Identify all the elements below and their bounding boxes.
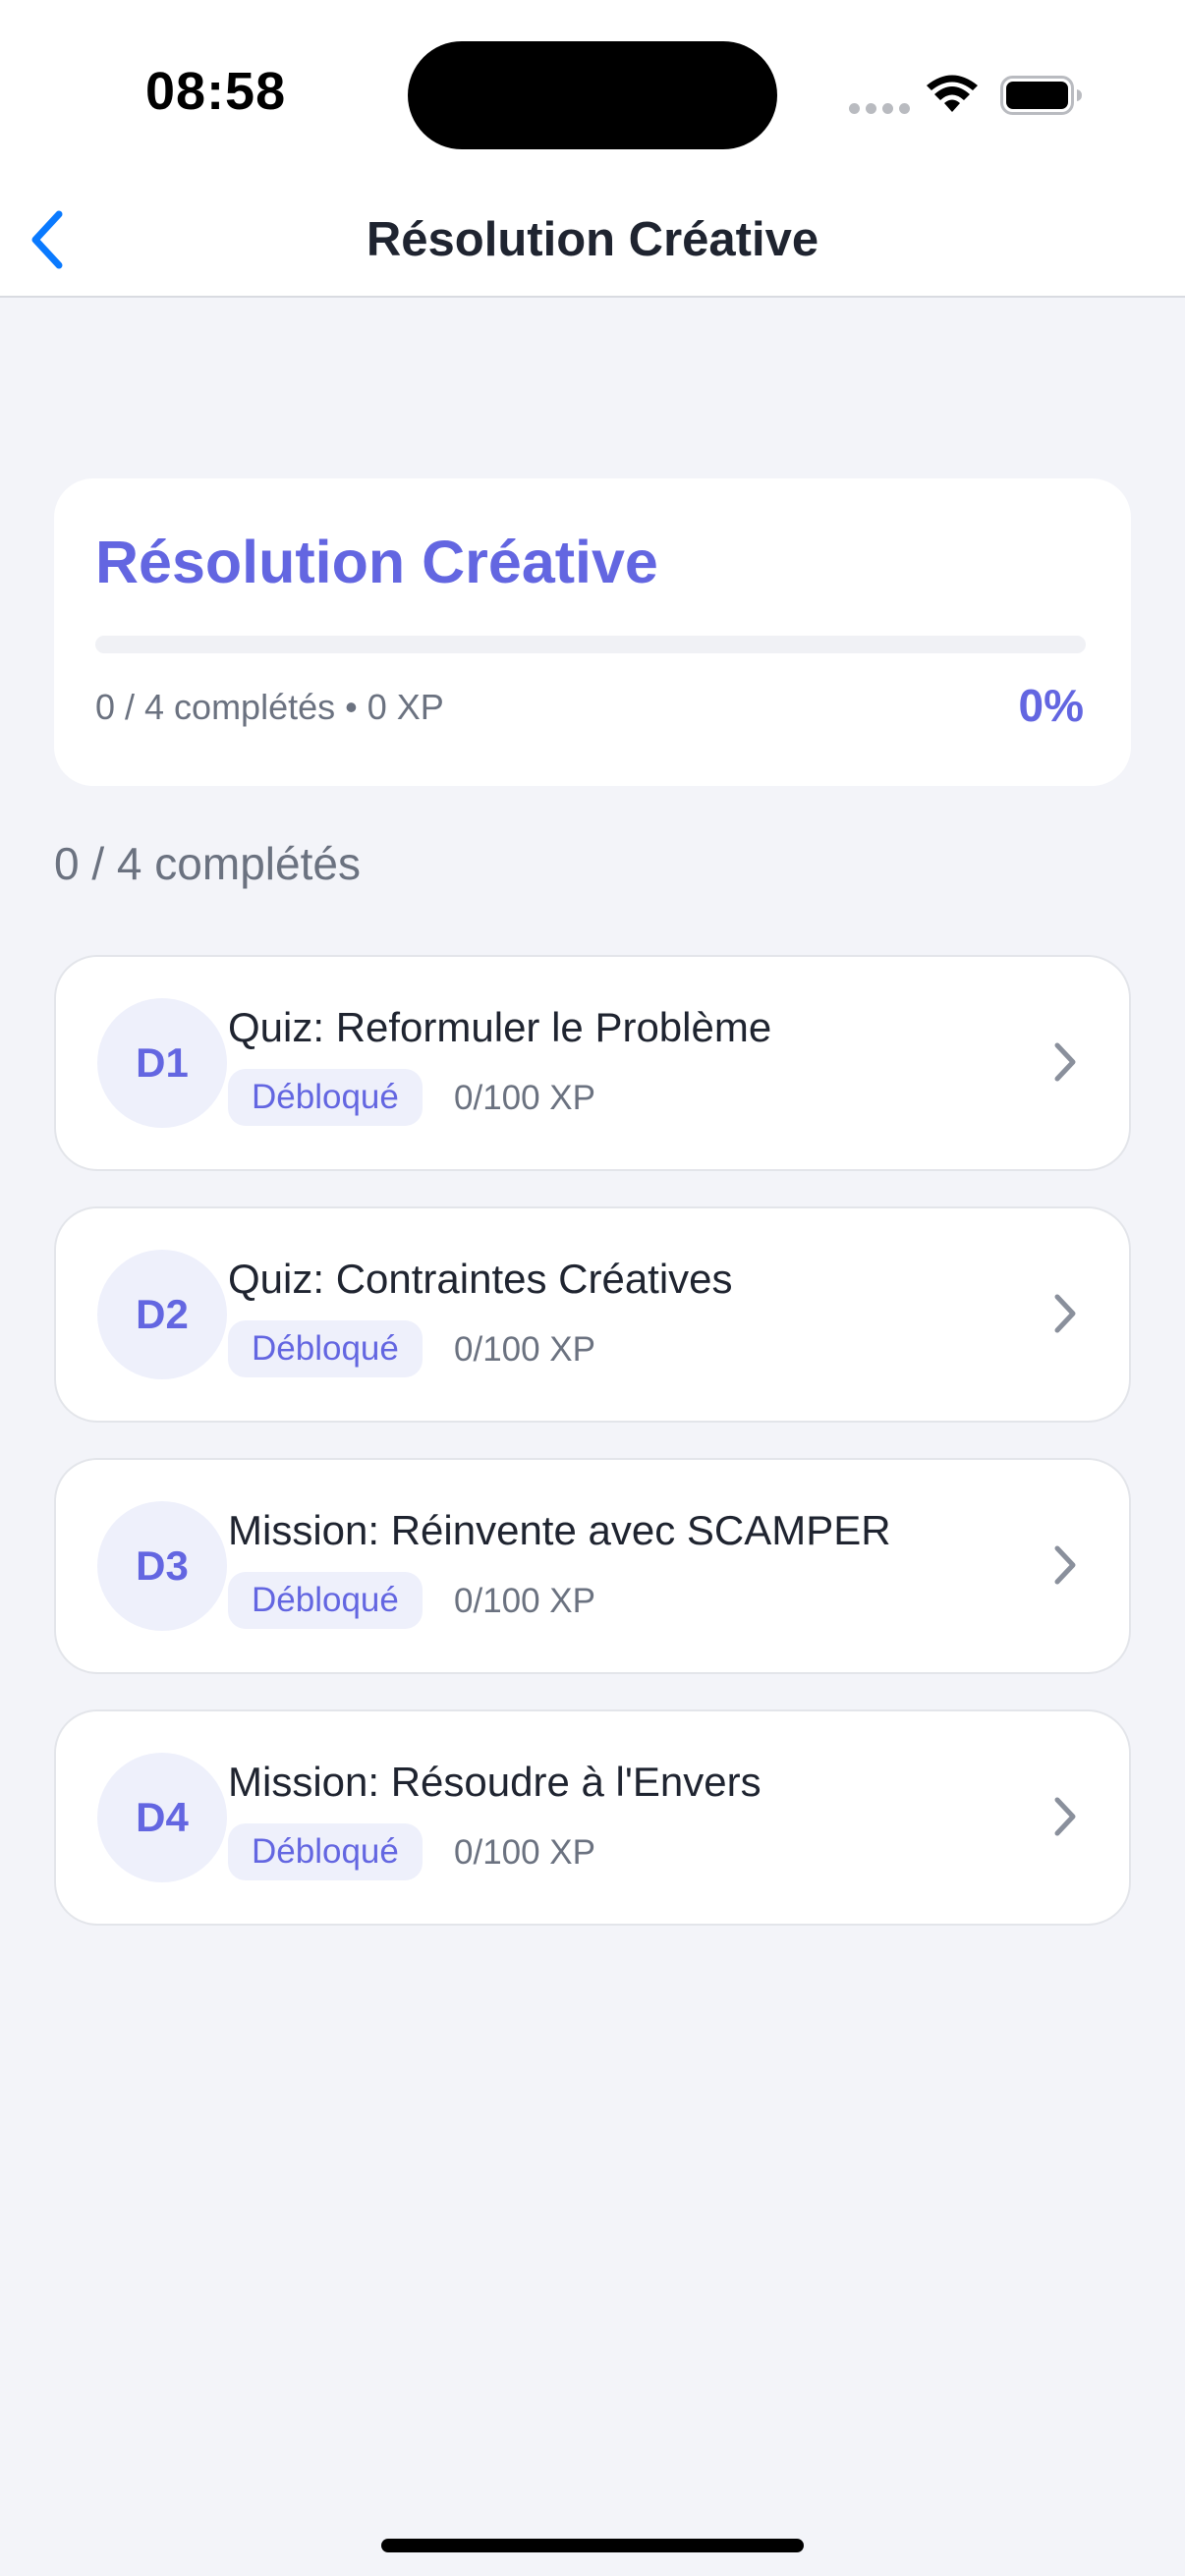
day-badge: D3: [97, 1501, 227, 1631]
challenge-item-d3[interactable]: D3 Mission: Réinvente avec SCAMPER Déblo…: [54, 1458, 1131, 1674]
challenge-title: Mission: Résoudre à l'Envers: [228, 1759, 762, 1805]
chevron-right-icon: [1054, 1042, 1076, 1082]
progress-bar: [95, 636, 1086, 653]
wifi-icon: [927, 75, 978, 112]
challenge-title: Mission: Réinvente avec SCAMPER: [228, 1507, 891, 1553]
day-badge: D2: [97, 1250, 227, 1379]
progress-percent: 0%: [1018, 680, 1084, 731]
home-indicator: [381, 2539, 804, 2552]
xp-progress: 0/100 XP: [454, 1582, 595, 1620]
challenge-item-d2[interactable]: D2 Quiz: Contraintes Créatives Débloqué …: [54, 1206, 1131, 1423]
challenge-title: Quiz: Contraintes Créatives: [228, 1256, 733, 1302]
challenge-item-d4[interactable]: D4 Mission: Résoudre à l'Envers Débloqué…: [54, 1709, 1131, 1926]
top-area: 08:58 Résolution Créative: [0, 0, 1185, 298]
navigation-bar: Résolution Créative: [0, 187, 1185, 296]
status-badge: Débloqué: [228, 1572, 423, 1629]
completed-count-label: 0 / 4 complétés: [54, 838, 361, 889]
challenge-title: Quiz: Reformuler le Problème: [228, 1004, 772, 1050]
battery-icon: [1000, 76, 1082, 115]
status-time: 08:58: [145, 62, 287, 121]
day-badge: D1: [97, 998, 227, 1128]
xp-progress: 0/100 XP: [454, 1330, 595, 1369]
chevron-right-icon: [1054, 1294, 1076, 1333]
progress-card-title: Résolution Créative: [95, 529, 658, 595]
xp-progress: 0/100 XP: [454, 1833, 595, 1872]
page-title: Résolution Créative: [366, 213, 819, 266]
status-badge: Débloqué: [228, 1069, 423, 1126]
xp-progress: 0/100 XP: [454, 1079, 595, 1117]
chevron-right-icon: [1054, 1545, 1076, 1585]
day-badge: D4: [97, 1753, 227, 1882]
status-bar: 08:58: [0, 0, 1185, 187]
cellular-signal-icon: [849, 103, 910, 114]
chevron-right-icon: [1054, 1797, 1076, 1836]
progress-meta: 0 / 4 complétés • 0 XP: [95, 687, 444, 727]
dynamic-island: [408, 41, 777, 149]
status-badge: Débloqué: [228, 1320, 423, 1377]
challenge-list: D1 Quiz: Reformuler le Problème Débloqué…: [54, 955, 1131, 1961]
progress-card: Résolution Créative 0 / 4 complétés • 0 …: [54, 478, 1131, 786]
status-badge: Débloqué: [228, 1823, 423, 1880]
challenge-item-d1[interactable]: D1 Quiz: Reformuler le Problème Débloqué…: [54, 955, 1131, 1171]
